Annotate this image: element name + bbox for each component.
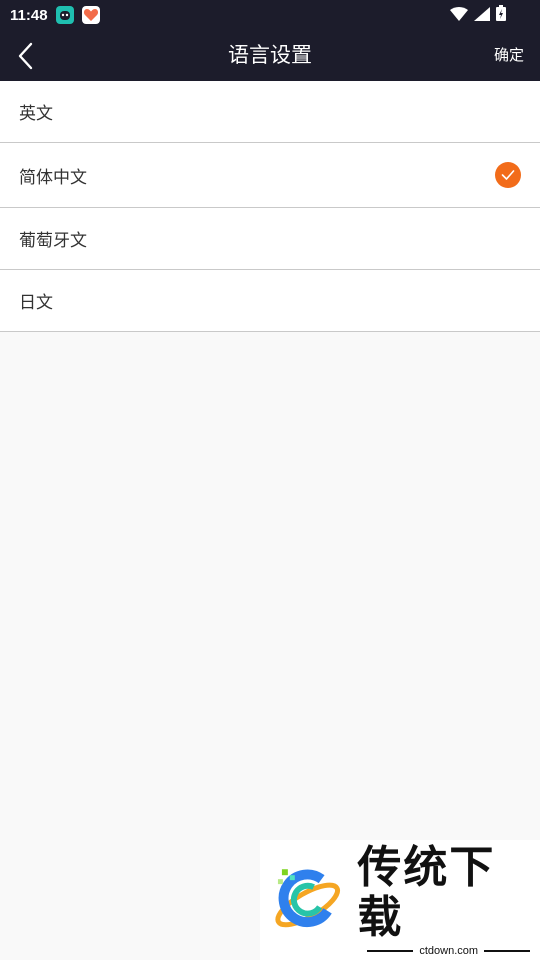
watermark: 传统下载 ctdown.com [260,840,540,960]
app-notification-icon [55,6,74,24]
language-label: 葡萄牙文 [19,231,87,251]
battery-icon [496,5,506,25]
watermark-subtitle-row: ctdown.com [367,945,531,957]
status-right-icons [450,5,530,25]
page-title: 语言设置 [228,43,312,67]
back-button[interactable] [10,40,40,72]
watermark-logo-icon [275,869,341,928]
navigation-bar: 语言设置 确定 [0,30,540,81]
language-item-portuguese[interactable]: 葡萄牙文 [0,208,540,270]
language-item-simplified-chinese[interactable]: 简体中文 [0,143,540,208]
language-label: 日文 [19,293,53,313]
language-item-japanese[interactable]: 日文 [0,270,540,332]
chevron-left-icon [18,42,33,70]
confirm-button[interactable]: 确定 [494,30,524,81]
checkmark-icon [495,162,521,188]
watermark-text: 传统下载 ctdown.com [357,843,540,957]
language-list: 英文 简体中文 葡萄牙文 日文 [0,81,540,332]
divider [484,950,531,952]
watermark-title: 传统下载 [357,842,496,943]
status-time: 11:48 [10,6,48,24]
heart-app-icon [81,6,100,24]
signal-icon [474,6,490,25]
language-label: 简体中文 [19,167,87,188]
watermark-subtitle: ctdown.com [419,945,479,957]
divider [367,950,414,952]
wifi-icon [450,6,468,25]
status-bar: 11:48 [0,0,540,30]
language-label: 英文 [19,104,53,124]
language-item-english[interactable]: 英文 [0,81,540,143]
